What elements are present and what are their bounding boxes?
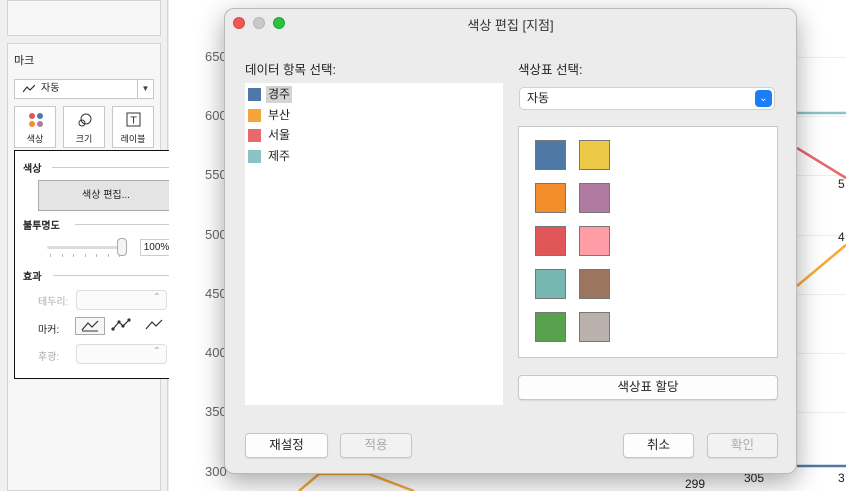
color-mark-button[interactable]: 색상 (14, 106, 56, 148)
border-label: 테두리: (38, 297, 69, 308)
opacity-slider-track[interactable] (47, 246, 123, 249)
data-label: 5 (838, 177, 845, 191)
marks-title: 마크 (14, 55, 35, 67)
palette-select[interactable]: 자동 ⌄ (519, 87, 775, 110)
marker-all-option[interactable] (107, 317, 137, 335)
halo-select[interactable] (76, 344, 167, 364)
data-item-label: 경주 (266, 86, 293, 103)
data-label: 3 (838, 471, 845, 485)
item-color-swatch (248, 108, 261, 122)
marker-line-only-option[interactable] (140, 317, 170, 335)
series-line-orange-bottom (298, 472, 415, 491)
dialog-title: 색상 편집 [지점] (467, 18, 554, 33)
palette-swatch[interactable] (535, 269, 566, 299)
data-label: 299 (685, 477, 706, 491)
data-items-list[interactable]: 경주부산서울제주 (245, 83, 503, 405)
label-mark-label: 레이블 (120, 134, 146, 144)
size-icon (78, 113, 92, 127)
data-item-label: 부산 (268, 107, 291, 122)
effects-section-title: 효과 (23, 272, 42, 283)
line-no-marker-icon (81, 320, 99, 332)
marker-none-option[interactable] (75, 317, 105, 335)
divider (53, 275, 188, 276)
item-color-swatch (248, 88, 261, 101)
svg-text:T: T (129, 116, 137, 127)
mark-type-label: 자동 (41, 83, 60, 94)
size-mark-button[interactable]: 크기 (63, 106, 105, 148)
color-mark-label: 색상 (26, 134, 44, 144)
palette-swatch[interactable] (535, 140, 566, 170)
edit-colors-dialog: 색상 편집 [지점] 데이터 항목 선택: 색상표 선택: 경주부산서울제주 자… (224, 8, 797, 474)
halo-label: 후광: (38, 352, 60, 363)
palette-swatch[interactable] (535, 312, 566, 342)
data-item-label: 서울 (268, 128, 291, 142)
ok-button[interactable]: 확인 (707, 433, 778, 458)
data-item-label: 제주 (268, 148, 291, 163)
mark-type-dropdown[interactable]: 자동 ▼ (14, 79, 154, 99)
label-icon: T (126, 112, 141, 127)
palette-swatch[interactable] (579, 269, 610, 299)
item-color-swatch (248, 149, 261, 163)
cancel-button[interactable]: 취소 (623, 433, 694, 458)
apply-button[interactable]: 적용 (340, 433, 412, 458)
opacity-ticks (50, 254, 120, 258)
border-select[interactable] (76, 290, 167, 310)
item-color-swatch (248, 129, 261, 142)
palette-swatch[interactable] (579, 140, 610, 170)
color-section-title: 색상 (23, 164, 42, 175)
label-mark-button[interactable]: T 레이블 (112, 106, 154, 148)
line-icon (145, 319, 163, 330)
line-mark-icon (23, 84, 35, 93)
assign-palette-button[interactable]: 색상표 할당 (518, 375, 778, 400)
divider (52, 167, 188, 168)
series-line-orange (796, 244, 846, 287)
reset-button[interactable]: 재설정 (245, 433, 328, 458)
size-mark-label: 크기 (75, 134, 93, 144)
opacity-slider-thumb[interactable] (117, 238, 127, 256)
edit-colors-button[interactable]: 색상 편집... (38, 180, 174, 211)
swatch-panel (518, 126, 778, 358)
data-label: 4 (838, 230, 845, 244)
series-line-red (796, 146, 846, 180)
chevron-down-icon: ⌄ (755, 90, 772, 107)
palette-swatch[interactable] (579, 312, 610, 342)
chevron-down-icon: ▼ (137, 80, 153, 98)
color-icon (29, 113, 43, 127)
items-label: 데이터 항목 선택: (245, 63, 336, 77)
dialog-titlebar[interactable]: 색상 편집 [지점] (225, 9, 796, 38)
filters-card (7, 0, 161, 36)
palette-select-value: 자동 (527, 91, 550, 105)
palette-swatch[interactable] (579, 226, 610, 256)
line-all-markers-icon (111, 318, 131, 331)
markers-label: 마커: (38, 325, 60, 336)
palette-label: 색상표 선택: (518, 63, 583, 77)
palette-swatch[interactable] (535, 183, 566, 213)
opacity-section-title: 불투명도 (23, 221, 60, 232)
palette-swatch[interactable] (579, 183, 610, 213)
palette-swatch[interactable] (535, 226, 566, 256)
